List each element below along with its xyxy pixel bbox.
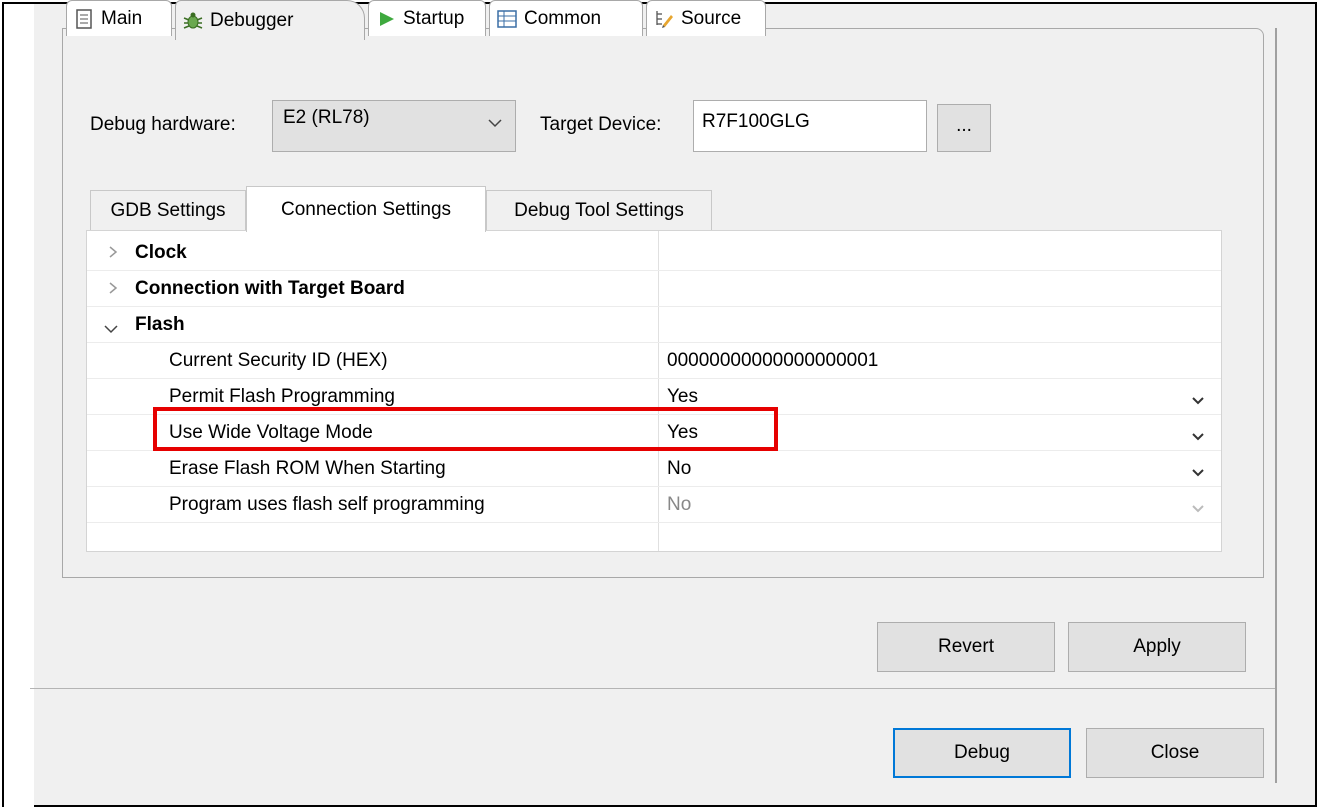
tab-debug-tool-settings-label: Debug Tool Settings (514, 199, 684, 221)
tab-main-label: Main (101, 7, 143, 29)
separator (30, 688, 1275, 689)
setting-value: No (667, 494, 692, 515)
tab-debug-tool-settings[interactable]: Debug Tool Settings (486, 190, 712, 230)
clock-label: Clock (135, 242, 187, 263)
tab-gdb-settings[interactable]: GDB Settings (90, 190, 246, 230)
setting-value[interactable]: Yes (667, 422, 698, 444)
debug-hardware-value: E2 (RL78) (283, 107, 370, 128)
setting-name: Use Wide Voltage Mode (169, 422, 373, 443)
apply-button[interactable]: Apply (1068, 622, 1246, 672)
left-margin (4, 4, 34, 807)
tab-gdb-settings-label: GDB Settings (110, 199, 226, 221)
setting-row: Program uses flash self programming No (87, 487, 1221, 523)
chevron-down-icon (487, 115, 503, 137)
debug-button[interactable]: Debug (893, 728, 1071, 778)
tab-source[interactable]: Source (646, 0, 766, 36)
play-icon (375, 8, 397, 30)
tab-debugger-label: Debugger (210, 9, 294, 31)
dropdown-arrow-icon[interactable] (1191, 463, 1205, 485)
tree-row-clock[interactable]: Clock (87, 235, 1221, 271)
setting-row[interactable]: Current Security ID (HEX) 00000000000000… (87, 343, 1221, 379)
setting-row[interactable]: Use Wide Voltage Mode Yes (87, 415, 1221, 451)
document-icon (73, 8, 95, 30)
settings-table: Clock Connection with Target Board Flash… (86, 230, 1222, 552)
setting-row[interactable]: Erase Flash ROM When Starting No (87, 451, 1221, 487)
tab-debugger[interactable]: Debugger (175, 0, 365, 40)
close-button[interactable]: Close (1086, 728, 1264, 778)
source-icon (653, 8, 675, 30)
setting-name: Current Security ID (HEX) (169, 350, 388, 371)
chevron-right-icon (107, 244, 119, 266)
setting-value[interactable]: 00000000000000000001 (667, 350, 878, 372)
setting-name: Program uses flash self programming (169, 494, 485, 515)
table-icon (496, 8, 518, 30)
tab-common[interactable]: Common (489, 0, 643, 36)
setting-row[interactable]: Permit Flash Programming Yes (87, 379, 1221, 415)
tree-row-flash[interactable]: Flash (87, 307, 1221, 343)
tab-source-label: Source (681, 7, 742, 29)
tab-common-label: Common (524, 7, 602, 29)
tab-startup-label: Startup (403, 7, 465, 29)
setting-value[interactable]: No (667, 458, 691, 480)
connection-label: Connection with Target Board (135, 278, 405, 299)
setting-name: Erase Flash ROM When Starting (169, 458, 446, 479)
dropdown-arrow-icon (1191, 499, 1205, 521)
dropdown-arrow-icon[interactable] (1191, 391, 1205, 413)
tab-connection-settings[interactable]: Connection Settings (246, 186, 486, 232)
setting-name: Permit Flash Programming (169, 386, 395, 407)
dropdown-arrow-icon[interactable] (1191, 427, 1205, 449)
chevron-right-icon (107, 280, 119, 302)
setting-value[interactable]: Yes (667, 386, 698, 408)
tree-row-connection[interactable]: Connection with Target Board (87, 271, 1221, 307)
target-device-input[interactable]: R7F100GLG (693, 100, 927, 152)
chevron-down-icon (103, 319, 119, 341)
bug-icon (182, 10, 204, 32)
dialog-border (1275, 28, 1277, 783)
revert-button[interactable]: Revert (877, 622, 1055, 672)
flash-label: Flash (135, 314, 185, 335)
debug-hardware-label: Debug hardware: (90, 114, 236, 135)
tab-connection-settings-label: Connection Settings (280, 198, 452, 220)
tab-startup[interactable]: Startup (368, 0, 486, 36)
debug-hardware-select[interactable]: E2 (RL78) (272, 100, 516, 152)
tab-main[interactable]: Main (66, 0, 172, 36)
browse-button[interactable]: ... (937, 104, 991, 152)
target-device-label: Target Device: (540, 114, 662, 135)
